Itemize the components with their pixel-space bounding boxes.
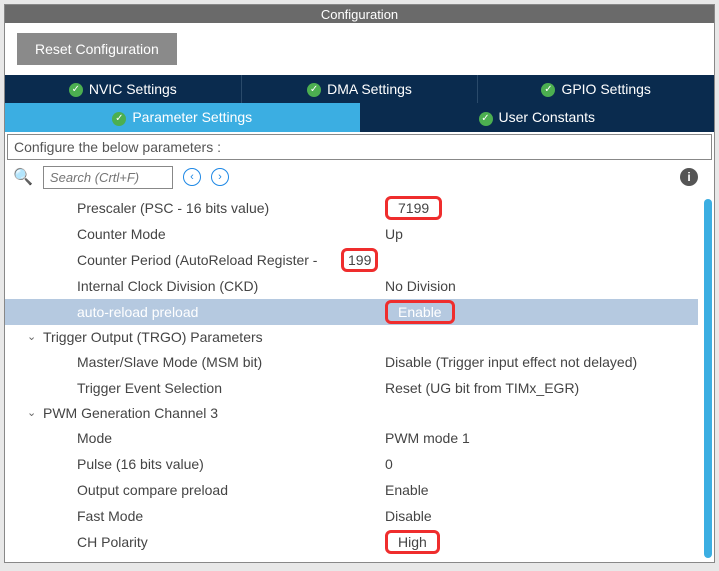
settings-tabs-row: ✓ NVIC Settings ✓ DMA Settings ✓ GPIO Setti… xyxy=(5,75,714,103)
param-value[interactable]: Disable xyxy=(385,508,698,524)
param-counter-period[interactable]: Counter Period (AutoReload Register - 19… xyxy=(5,247,698,273)
reset-configuration-button[interactable]: Reset Configuration xyxy=(17,33,177,65)
param-label: Counter Mode xyxy=(5,226,385,242)
param-label: Trigger Event Selection xyxy=(5,380,385,396)
search-prev-button[interactable]: ‹ xyxy=(183,168,201,186)
param-value[interactable]: No Division xyxy=(385,278,698,294)
parameter-content: Prescaler (PSC - 16 bits value) 7199 Cou… xyxy=(5,195,714,562)
tab-label: GPIO Settings xyxy=(561,81,650,97)
tab-nvic-settings[interactable]: ✓ NVIC Settings xyxy=(5,75,242,103)
highlight-box: Enable xyxy=(385,300,455,324)
check-icon: ✓ xyxy=(541,83,555,97)
search-input[interactable] xyxy=(43,166,173,189)
info-icon[interactable]: i xyxy=(680,168,698,186)
tab-parameter-settings[interactable]: ✓ Parameter Settings xyxy=(5,103,360,131)
param-value[interactable]: Disable (Trigger input effect not delaye… xyxy=(385,354,698,370)
param-prescaler[interactable]: Prescaler (PSC - 16 bits value) 7199 xyxy=(5,195,698,221)
reset-area: Reset Configuration xyxy=(5,23,714,75)
scrollbar[interactable] xyxy=(704,199,712,558)
param-trigger-event-selection[interactable]: Trigger Event Selection Reset (UG bit fr… xyxy=(5,375,698,401)
param-label: Master/Slave Mode (MSM bit) xyxy=(5,354,385,370)
check-icon: ✓ xyxy=(479,112,493,126)
tab-label: DMA Settings xyxy=(327,81,412,97)
param-value[interactable]: PWM mode 1 xyxy=(385,430,698,446)
check-icon: ✓ xyxy=(112,112,126,126)
param-value[interactable]: 199 xyxy=(341,248,698,272)
param-counter-mode[interactable]: Counter Mode Up xyxy=(5,221,698,247)
group-trgo-parameters[interactable]: ⌄ Trigger Output (TRGO) Parameters xyxy=(5,325,698,349)
search-row: 🔍 ‹ › i xyxy=(5,160,714,195)
search-next-button[interactable]: › xyxy=(211,168,229,186)
param-label: CH Polarity xyxy=(5,534,385,550)
param-mode[interactable]: Mode PWM mode 1 xyxy=(5,425,698,451)
highlight-box: 199 xyxy=(341,248,378,272)
search-icon[interactable]: 🔍 xyxy=(13,167,33,187)
param-value[interactable]: Enable xyxy=(385,300,698,324)
config-tabs-row: ✓ Parameter Settings ✓ User Constants xyxy=(5,103,714,131)
chevron-down-icon: ⌄ xyxy=(27,406,37,419)
param-value[interactable]: Reset (UG bit from TIMx_EGR) xyxy=(385,380,698,396)
param-fast-mode[interactable]: Fast Mode Disable xyxy=(5,503,698,529)
param-output-compare-preload[interactable]: Output compare preload Enable xyxy=(5,477,698,503)
highlight-box: High xyxy=(385,530,440,554)
highlight-box: 7199 xyxy=(385,196,442,220)
tab-user-constants[interactable]: ✓ User Constants xyxy=(360,103,715,131)
chevron-down-icon: ⌄ xyxy=(27,330,37,343)
tab-label: NVIC Settings xyxy=(89,81,177,97)
param-internal-clock-division[interactable]: Internal Clock Division (CKD) No Divisio… xyxy=(5,273,698,299)
param-label: auto-reload preload xyxy=(5,304,385,320)
param-value[interactable]: Enable xyxy=(385,482,698,498)
param-label: Fast Mode xyxy=(5,508,385,524)
param-label: Prescaler (PSC - 16 bits value) xyxy=(5,200,385,216)
check-icon: ✓ xyxy=(307,83,321,97)
param-value[interactable]: 0 xyxy=(385,456,698,472)
group-label: Trigger Output (TRGO) Parameters xyxy=(43,329,263,345)
param-label: Counter Period (AutoReload Register - xyxy=(5,252,341,268)
group-label: PWM Generation Channel 3 xyxy=(43,405,218,421)
param-label: Output compare preload xyxy=(5,482,385,498)
param-value[interactable]: Up xyxy=(385,226,698,242)
tab-gpio-settings[interactable]: ✓ GPIO Settings xyxy=(478,75,714,103)
tab-dma-settings[interactable]: ✓ DMA Settings xyxy=(242,75,479,103)
check-icon: ✓ xyxy=(69,83,83,97)
group-pwm-channel-3[interactable]: ⌄ PWM Generation Channel 3 xyxy=(5,401,698,425)
param-label: Internal Clock Division (CKD) xyxy=(5,278,385,294)
title-bar: Configuration xyxy=(5,5,714,23)
tab-label: User Constants xyxy=(499,109,595,125)
tab-label: Parameter Settings xyxy=(132,109,252,125)
param-ch-polarity[interactable]: CH Polarity High xyxy=(5,529,698,555)
param-value[interactable]: High xyxy=(385,530,698,554)
param-master-slave-mode[interactable]: Master/Slave Mode (MSM bit) Disable (Tri… xyxy=(5,349,698,375)
param-label: Mode xyxy=(5,430,385,446)
param-label: Pulse (16 bits value) xyxy=(5,456,385,472)
param-pulse[interactable]: Pulse (16 bits value) 0 xyxy=(5,451,698,477)
param-value[interactable]: 7199 xyxy=(385,196,698,220)
param-auto-reload-preload[interactable]: auto-reload preload Enable xyxy=(5,299,698,325)
configure-label: Configure the below parameters : xyxy=(7,134,712,160)
